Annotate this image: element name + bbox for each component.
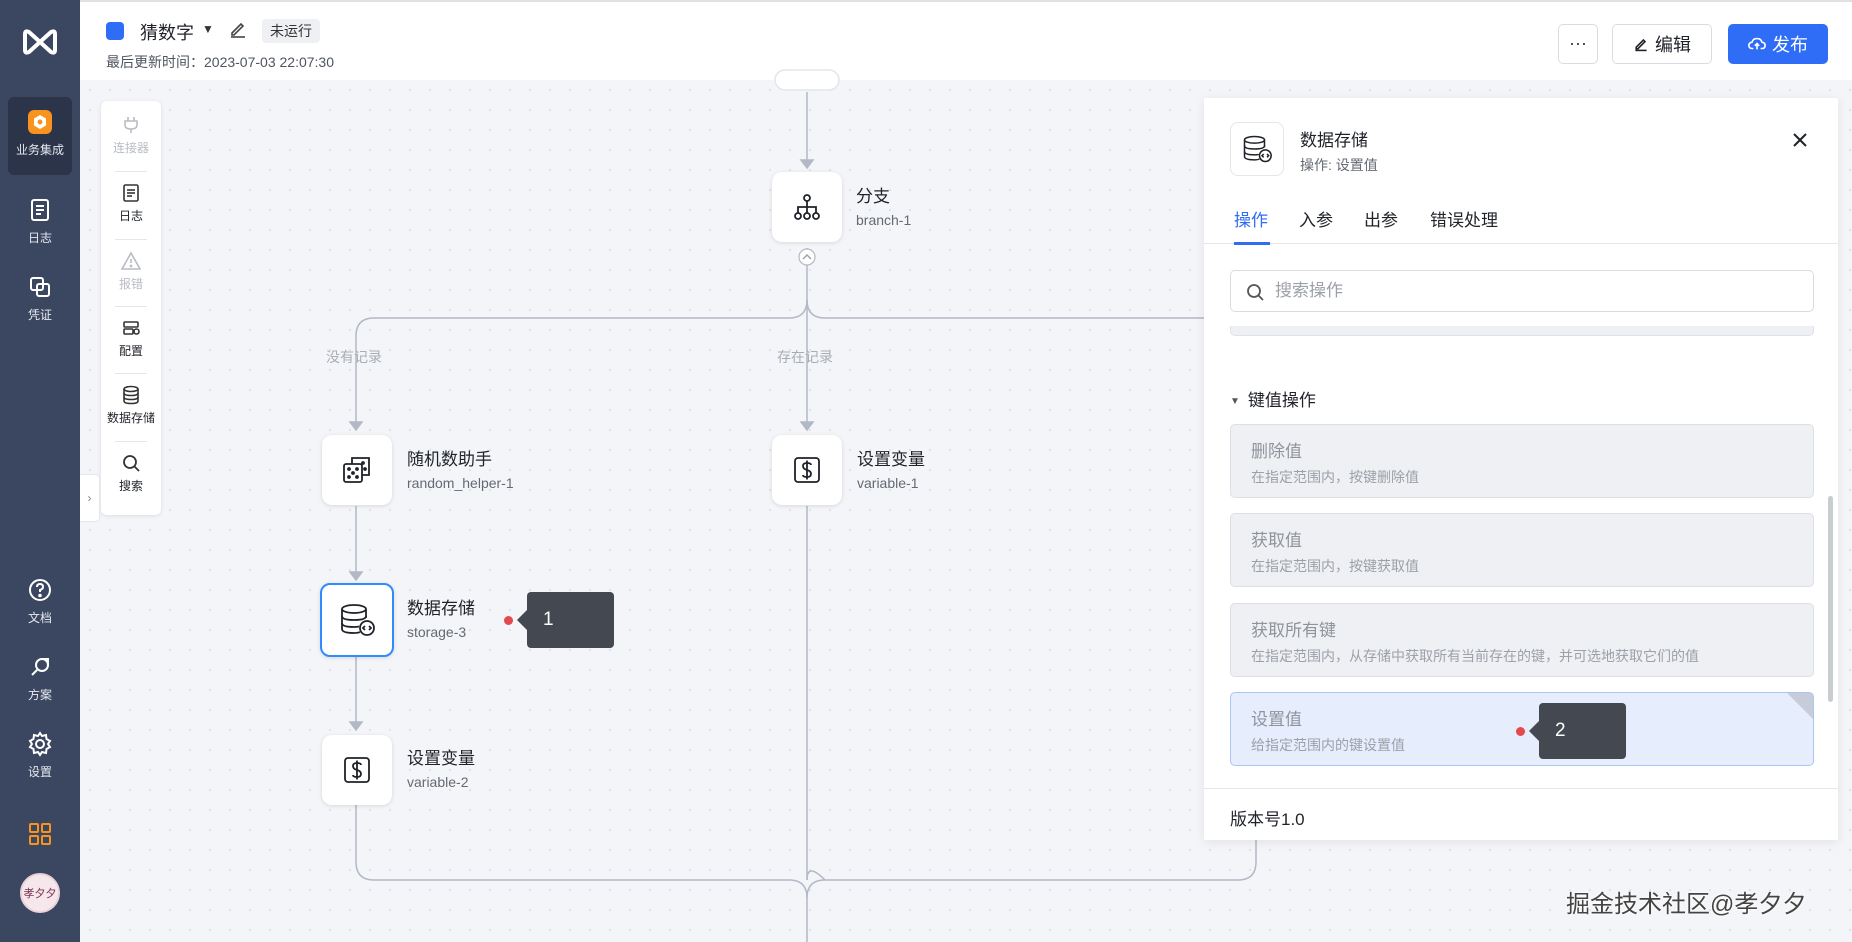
edge-label-no-record: 没有记录 (326, 349, 382, 365)
node-id: random_helper-1 (407, 475, 514, 491)
dollar-icon (794, 457, 820, 483)
caret-down-icon: ▼ (1230, 396, 1240, 408)
operation-get-value[interactable]: 获取值 在指定范围内，按键获取值 (1230, 513, 1814, 587)
search-icon (1247, 284, 1264, 301)
node-storage-3[interactable] (320, 583, 394, 657)
expand-panel-chevron-icon[interactable]: › (80, 474, 100, 522)
panel-footer: 版本号1.0 (1204, 788, 1838, 840)
tool-label: 配置 (118, 344, 143, 358)
marker-dot (1516, 727, 1525, 736)
callout-2: 2 (1529, 703, 1626, 759)
operation-desc: 在指定范围内，按键删除值 (1251, 469, 1419, 485)
panel-node-icon (1230, 122, 1284, 176)
collapse-branch-icon (798, 248, 816, 266)
panel-subtitle: 操作: 设置值 (1300, 157, 1378, 173)
version-label: 版本号1.0 (1230, 810, 1305, 829)
close-icon[interactable] (1788, 128, 1812, 152)
node-title: 数据存储 (407, 599, 475, 618)
tool-config[interactable]: 配置 (101, 306, 161, 366)
operation-name: 设置值 (1251, 710, 1302, 729)
tool-error[interactable]: 报错 (101, 239, 161, 299)
operation-card[interactable] (1230, 326, 1814, 336)
section-title: 键值操作 (1247, 391, 1316, 410)
search-icon (123, 455, 140, 472)
tool-label: 连接器 (112, 141, 149, 155)
section-key-value[interactable]: ▼ 键值操作 (1230, 386, 1316, 411)
tool-label: 日志 (118, 209, 143, 223)
tab-operation[interactable]: 操作 (1234, 206, 1270, 245)
callout-1: 1 (517, 592, 614, 648)
plug-icon (124, 117, 138, 133)
log-icon (123, 184, 139, 202)
tool-search[interactable]: 搜索 (101, 441, 161, 501)
marker-dot (504, 616, 513, 625)
node-title: 设置变量 (857, 450, 925, 469)
branch-icon (794, 194, 820, 220)
selected-check-icon (1787, 693, 1813, 719)
tool-label: 搜索 (118, 479, 143, 493)
watermark: 掘金技术社区@孝夕夕 (1566, 891, 1807, 918)
node-title: 分支 (856, 187, 890, 206)
operation-desc: 给指定范围内的键设置值 (1251, 737, 1405, 753)
tool-panel: 连接器 日志 报错 配置 数据存储 搜索 (101, 101, 161, 515)
panel-title: 数据存储 (1300, 131, 1368, 150)
node-branch-1[interactable] (772, 172, 842, 242)
database-icon (1243, 135, 1272, 163)
tab-output[interactable]: 出参 (1364, 206, 1398, 244)
node-id: variable-1 (857, 475, 919, 491)
node-id: branch-1 (856, 212, 912, 228)
search-input[interactable] (1275, 277, 1795, 305)
node-id: variable-2 (407, 774, 469, 790)
operation-desc: 在指定范围内，从存储中获取所有当前存在的键，并可选地获取它们的值 (1251, 648, 1699, 664)
node-id: storage-3 (407, 624, 467, 640)
database-icon (123, 385, 139, 405)
panel-tabs: 操作 入参 出参 错误处理 (1204, 206, 1838, 245)
config-icon (123, 321, 140, 335)
tab-input[interactable]: 入参 (1299, 206, 1333, 244)
node-variable-2[interactable] (322, 735, 392, 805)
dice-icon (343, 457, 370, 483)
tool-connector[interactable]: 连接器 (101, 103, 161, 163)
node-random-helper-1[interactable] (322, 435, 392, 505)
operation-desc: 在指定范围内，按键获取值 (1251, 558, 1419, 574)
operation-name: 获取值 (1251, 531, 1302, 550)
tab-error-handling[interactable]: 错误处理 (1430, 206, 1498, 244)
warning-icon (121, 251, 141, 270)
operation-name: 删除值 (1251, 442, 1302, 461)
tool-label: 报错 (118, 277, 143, 291)
node-title: 设置变量 (407, 749, 475, 768)
operation-search[interactable] (1230, 270, 1814, 312)
tool-data-storage[interactable]: 数据存储 (101, 373, 161, 433)
node-variable-1[interactable] (772, 435, 842, 505)
scrollbar[interactable] (1828, 496, 1833, 702)
edge-label-has-record: 存在记录 (777, 349, 833, 365)
dollar-icon (344, 757, 370, 783)
operation-delete-value[interactable]: 删除值 在指定范围内，按键删除值 (1230, 424, 1814, 498)
operation-get-all-keys[interactable]: 获取所有键 在指定范围内，从存储中获取所有当前存在的键，并可选地获取它们的值 (1230, 603, 1814, 677)
operation-name: 获取所有键 (1251, 621, 1336, 640)
node-title: 随机数助手 (407, 450, 492, 469)
tool-log[interactable]: 日志 (101, 171, 161, 231)
operation-list[interactable]: ▼ 键值操作 删除值 在指定范围内，按键删除值 获取值 在指定范围内，按键获取值 … (1204, 326, 1838, 786)
tool-label: 数据存储 (106, 411, 155, 425)
database-icon (341, 604, 375, 636)
